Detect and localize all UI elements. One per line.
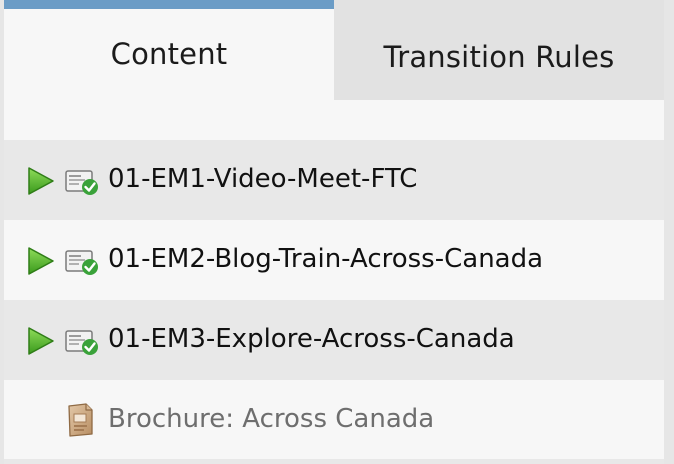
- item-label: 01-EM2-Blog-Train-Across-Canada: [108, 244, 544, 274]
- tab-transition-rules-label: Transition Rules: [383, 40, 615, 74]
- email-approved-icon: [65, 330, 98, 355]
- list-item[interactable]: Brochure: Across Canada: [4, 380, 664, 460]
- item-label: 01-EM1-Video-Meet-FTC: [108, 164, 418, 194]
- play-icon[interactable]: [26, 166, 56, 196]
- stream-panel: Content Transition Rules 01-EM1-Video-Me…: [4, 0, 664, 464]
- play-icon[interactable]: [26, 326, 56, 356]
- email-approved-icon: [65, 170, 98, 195]
- item-label: 01-EM3-Explore-Across-Canada: [108, 324, 515, 354]
- list-item[interactable]: 01-EM2-Blog-Train-Across-Canada: [4, 220, 664, 300]
- list-item[interactable]: 01-EM3-Explore-Across-Canada: [4, 300, 664, 380]
- brochure-file-icon: [68, 403, 93, 437]
- item-label: Brochure: Across Canada: [108, 404, 435, 434]
- tab-transition-rules[interactable]: Transition Rules: [334, 0, 664, 100]
- tab-bar: Content Transition Rules: [4, 0, 664, 100]
- play-icon[interactable]: [26, 246, 56, 276]
- list-bottom-divider: [4, 459, 664, 464]
- content-list: 01-EM1-Video-Meet-FTC 01-EM2-Blog-Train-…: [4, 140, 664, 460]
- email-approved-icon: [65, 250, 98, 275]
- list-item[interactable]: 01-EM1-Video-Meet-FTC: [4, 140, 664, 220]
- tab-content[interactable]: Content: [4, 0, 334, 100]
- tab-content-label: Content: [110, 36, 228, 71]
